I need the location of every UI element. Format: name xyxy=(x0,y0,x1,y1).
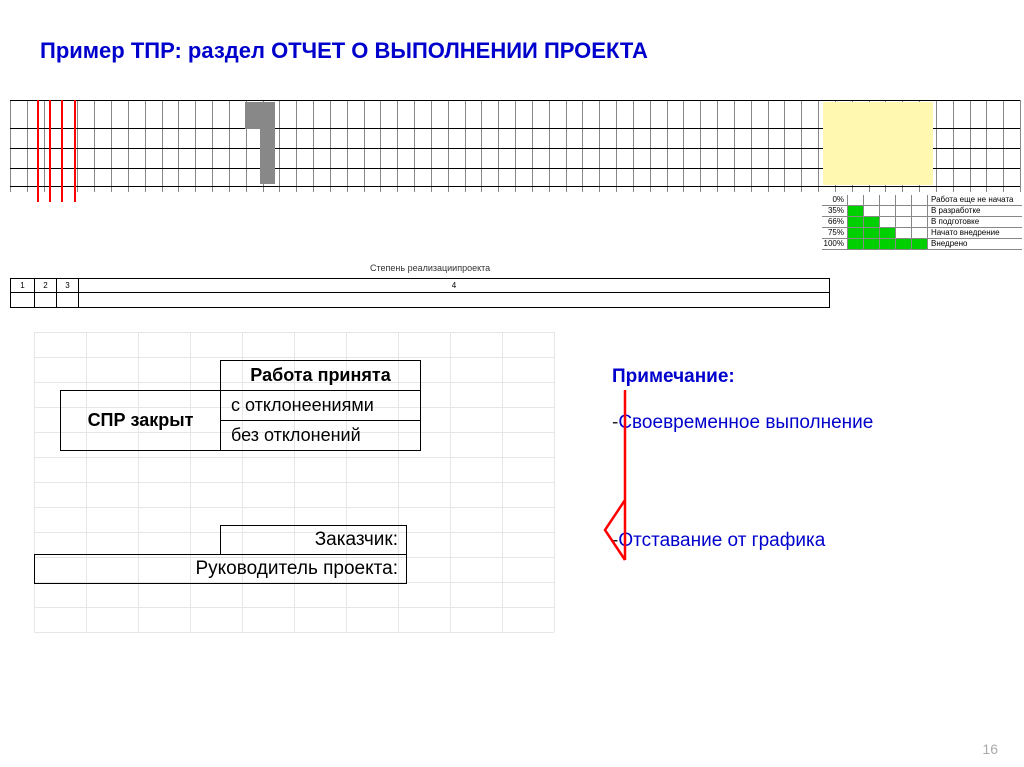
legend: 0%Работа еще не начата35%В разработке66%… xyxy=(822,195,1022,250)
red-line-icon xyxy=(595,390,655,610)
acceptance-table: Работа принята СПР закрытс отклонеениями… xyxy=(60,360,421,451)
gantt-chart xyxy=(0,100,1024,280)
signoff-table: Заказчик: Руководитель проекта: xyxy=(34,525,407,584)
section-label: Степень реализациипроекта xyxy=(370,263,490,273)
page-title: Пример ТПР: раздел ОТЧЕТ О ВЫПОЛНЕНИИ ПР… xyxy=(0,0,1024,64)
step-table: 1 2 3 4 xyxy=(10,278,830,308)
page-number: 16 xyxy=(982,741,998,757)
note-panel: Примечание: -Своевременное выполнение -О… xyxy=(612,366,992,562)
